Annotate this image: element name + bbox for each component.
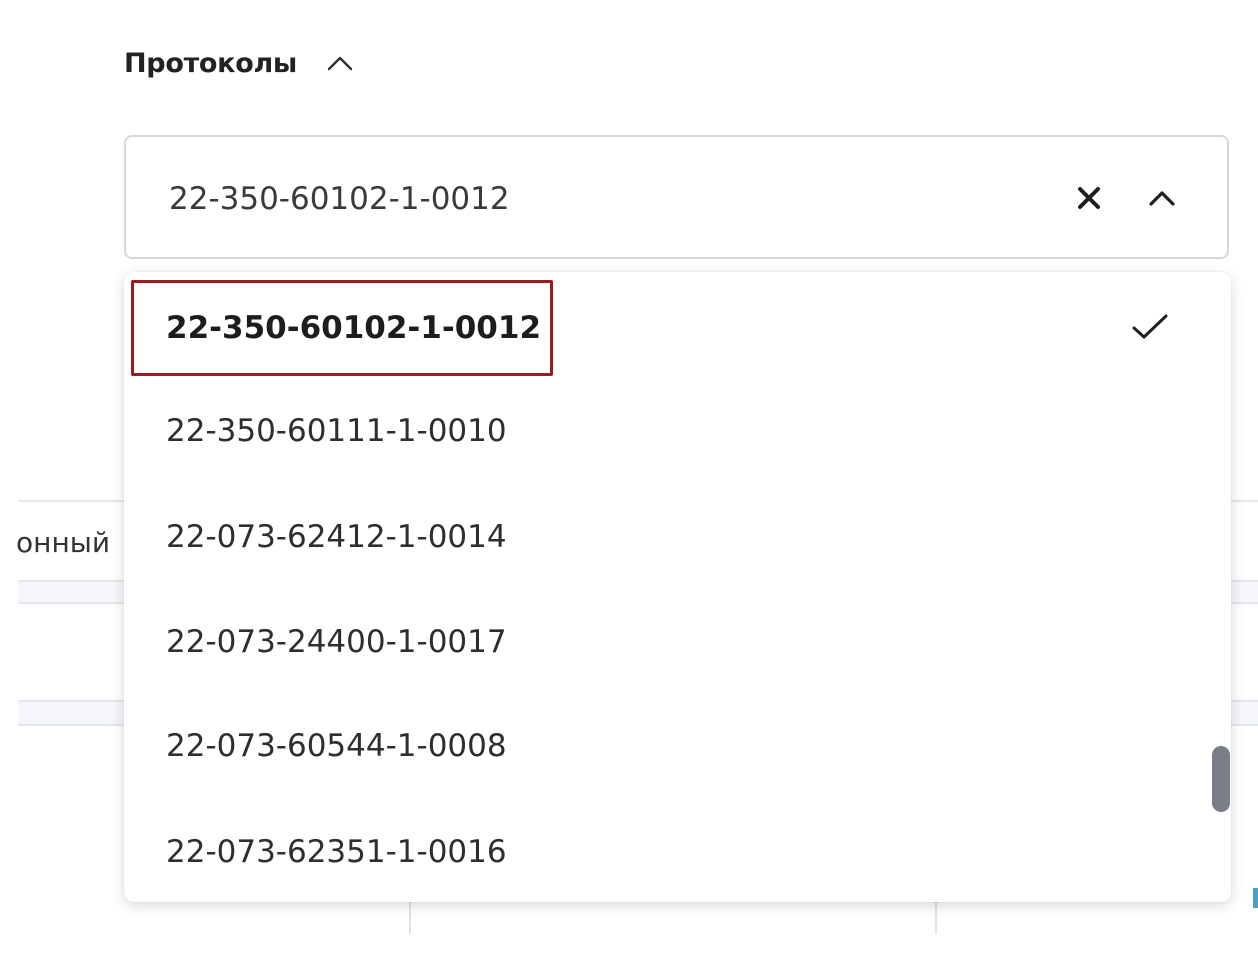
scrollbar-thumb[interactable]: [1212, 746, 1230, 812]
option-label: 22-073-24400-1-0017: [166, 624, 507, 660]
protocol-dropdown[interactable]: 22-350-60102-1-0012 22-350-60111-1-0010 …: [124, 272, 1231, 902]
dropdown-option-selected[interactable]: 22-350-60102-1-0012: [124, 293, 1194, 363]
protocols-section-header[interactable]: Протоколы: [124, 40, 357, 86]
chevron-up-icon[interactable]: [1144, 180, 1180, 216]
chevron-up-icon[interactable]: [323, 46, 357, 80]
dropdown-option[interactable]: 22-073-60544-1-0008: [124, 711, 1194, 781]
option-label: 22-350-60111-1-0010: [166, 413, 507, 449]
dropdown-option[interactable]: 22-350-60111-1-0010: [124, 396, 1194, 466]
protocol-select[interactable]: 22-350-60102-1-0012: [124, 135, 1229, 259]
section-title: Протоколы: [124, 47, 298, 79]
close-icon[interactable]: [1071, 180, 1107, 216]
check-icon: [1132, 314, 1168, 339]
table-header-partial: онный: [16, 526, 111, 559]
select-value: 22-350-60102-1-0012: [169, 181, 510, 217]
option-label: 22-073-62412-1-0014: [166, 519, 507, 555]
dropdown-option[interactable]: 22-073-62412-1-0014: [124, 502, 1194, 572]
option-label: 22-350-60102-1-0012: [166, 310, 542, 346]
option-label: 22-073-60544-1-0008: [166, 728, 507, 764]
option-label: 22-073-62351-1-0016: [166, 834, 507, 870]
dropdown-option[interactable]: 22-073-24400-1-0017: [124, 607, 1194, 677]
dropdown-option[interactable]: 22-073-62351-1-0016: [124, 817, 1194, 887]
